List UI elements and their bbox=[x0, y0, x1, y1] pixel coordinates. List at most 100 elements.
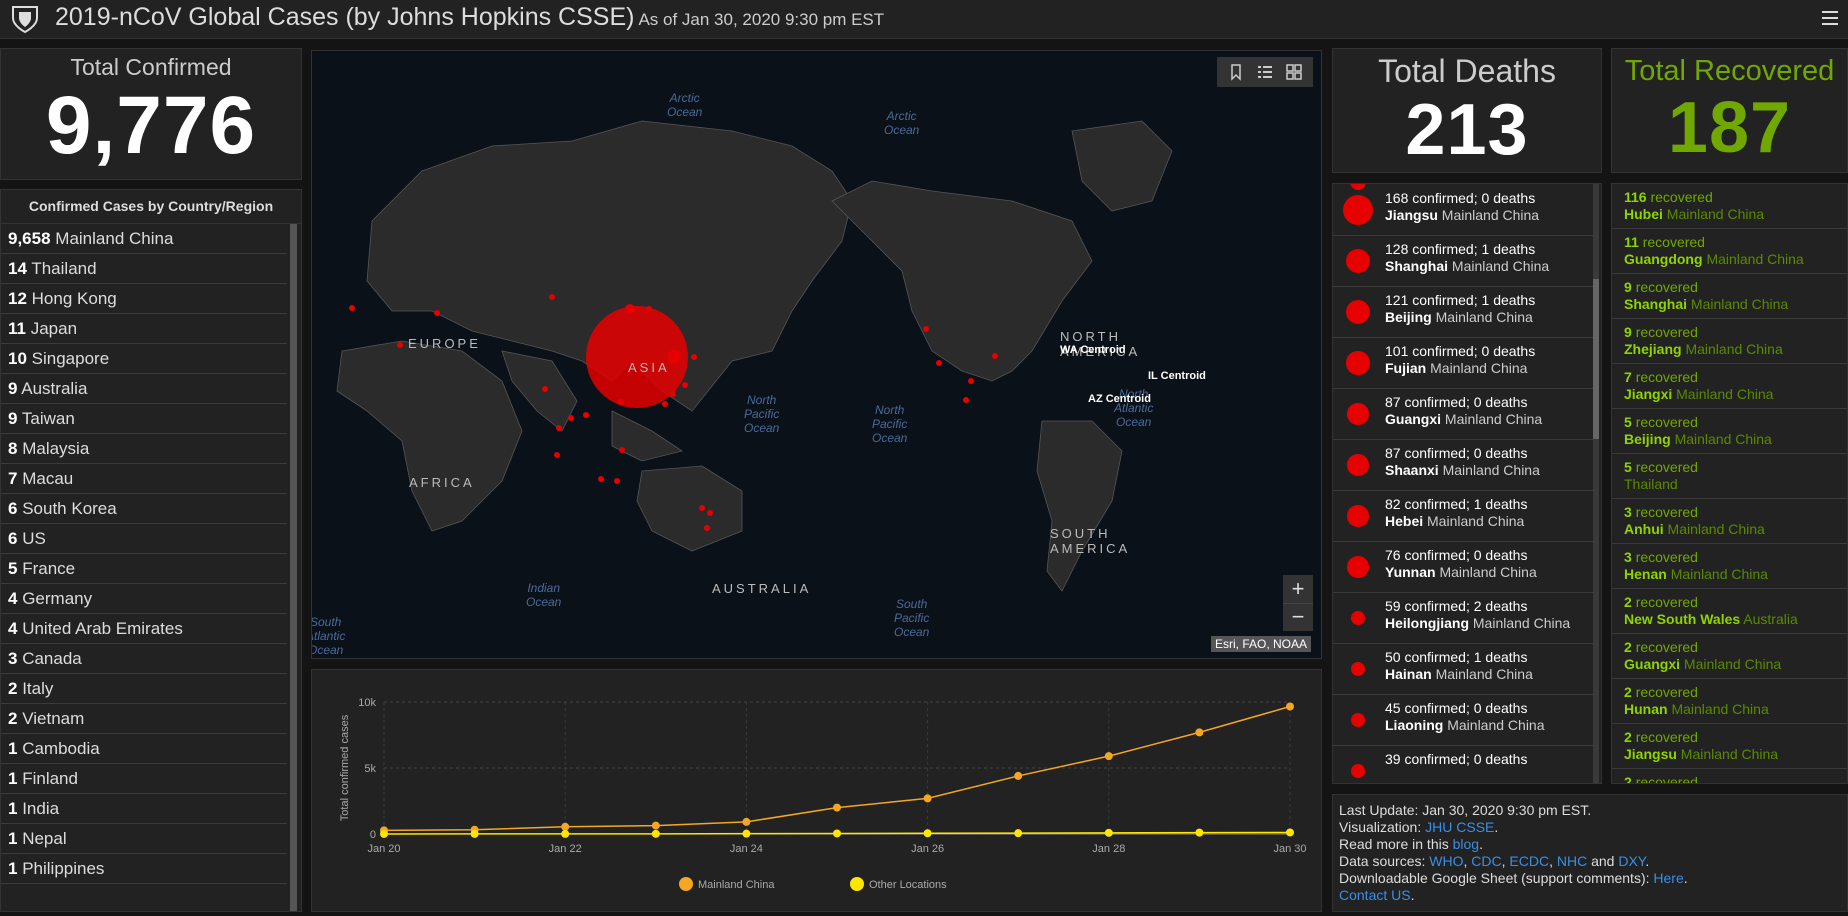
world-map[interactable]: Arctic Ocean Arctic Ocean North Pacific Ocean N… bbox=[311, 50, 1322, 659]
country-list-item[interactable]: 14 Thailand bbox=[1, 254, 287, 284]
data-point[interactable] bbox=[1195, 828, 1204, 837]
recovered-list-item[interactable]: 5 recovered Thailand bbox=[1612, 454, 1847, 499]
deaths-list-item[interactable]: 128 confirmed; 1 deaths Shanghai Mainland… bbox=[1333, 236, 1595, 287]
case-location-dot[interactable] bbox=[619, 447, 625, 453]
deaths-list-scroll-thumb[interactable] bbox=[1593, 279, 1599, 439]
deaths-list-item[interactable]: 82 confirmed; 1 deaths Hebei Mainland Chi… bbox=[1333, 491, 1595, 542]
data-point[interactable] bbox=[651, 821, 660, 830]
recovered-list-item[interactable]: 2 recovered New South Wales Australia bbox=[1612, 589, 1847, 634]
recovered-list-item[interactable]: 2 recovered bbox=[1612, 769, 1847, 783]
case-location-dot[interactable] bbox=[963, 397, 969, 403]
recovered-list-item[interactable]: 2 recovered Guangxi Mainland China bbox=[1612, 634, 1847, 679]
recovered-list-item[interactable]: 116 recovered Hubei Mainland China bbox=[1612, 184, 1847, 229]
data-point[interactable] bbox=[833, 829, 841, 838]
case-location-dot[interactable] bbox=[598, 476, 604, 482]
country-list-item[interactable]: 9 Taiwan bbox=[1, 404, 287, 434]
case-location-dot[interactable] bbox=[434, 310, 440, 316]
data-point[interactable] bbox=[561, 829, 570, 838]
case-location-dot[interactable] bbox=[583, 412, 589, 418]
country-list-item[interactable]: 8 Malaysia bbox=[1, 434, 287, 464]
deaths-list-item[interactable]: 45 confirmed; 0 deaths Liaoning Mainland … bbox=[1333, 695, 1595, 746]
case-location-dot[interactable] bbox=[542, 386, 548, 392]
deaths-list-item[interactable]: 76 confirmed; 0 deaths Yunnan Mainland Ch… bbox=[1333, 542, 1595, 593]
blog-link[interactable]: blog bbox=[1453, 836, 1479, 852]
data-point[interactable] bbox=[742, 829, 751, 838]
deaths-list-item[interactable]: 59 confirmed; 2 deaths Heilongjiang Mainl… bbox=[1333, 593, 1595, 644]
legend-marker[interactable] bbox=[850, 877, 864, 891]
country-list-item[interactable]: 11 Japan bbox=[1, 314, 287, 344]
data-point[interactable] bbox=[923, 794, 932, 803]
zoom-in-button[interactable]: + bbox=[1283, 575, 1313, 604]
case-location-dot[interactable] bbox=[704, 525, 710, 531]
country-list-item[interactable]: 9 Australia bbox=[1, 374, 287, 404]
data-point[interactable] bbox=[923, 829, 932, 838]
case-location-dot[interactable] bbox=[992, 353, 998, 359]
data-point[interactable] bbox=[1104, 752, 1113, 761]
case-location-dot[interactable] bbox=[923, 326, 929, 332]
country-list-item[interactable]: 4 United Arab Emirates bbox=[1, 614, 287, 644]
country-list-item[interactable]: 2 Italy bbox=[1, 674, 287, 704]
deaths-list-item[interactable]: 87 confirmed; 0 deaths Shaanxi Mainland C… bbox=[1333, 440, 1595, 491]
country-list-item[interactable]: 7 Macau bbox=[1, 464, 287, 494]
source-link-nhc[interactable]: NHC bbox=[1557, 853, 1587, 869]
country-list-scroll-thumb[interactable] bbox=[290, 224, 297, 911]
google-sheet-link[interactable]: Here bbox=[1653, 870, 1683, 886]
source-link-who[interactable]: WHO bbox=[1429, 853, 1463, 869]
data-point[interactable] bbox=[651, 829, 660, 838]
jhu-csse-link[interactable]: JHU CSSE bbox=[1425, 819, 1494, 835]
recovered-list-item[interactable]: 7 recovered Jiangxi Mainland China bbox=[1612, 364, 1847, 409]
deaths-list-scrollbar[interactable] bbox=[1593, 184, 1599, 783]
recovered-list-item[interactable]: 5 recovered Beijing Mainland China bbox=[1612, 409, 1847, 454]
hamburger-menu-icon[interactable] bbox=[1818, 6, 1842, 30]
recovered-list-item[interactable]: 11 recovered Guangdong Mainland China bbox=[1612, 229, 1847, 274]
data-point[interactable] bbox=[1286, 828, 1294, 837]
country-list-item[interactable]: 1 Philippines bbox=[1, 854, 287, 884]
legend-list-icon[interactable] bbox=[1254, 61, 1276, 83]
country-list-item[interactable]: 10 Singapore bbox=[1, 344, 287, 374]
country-list-item[interactable]: 6 South Korea bbox=[1, 494, 287, 524]
map-canvas[interactable] bbox=[312, 51, 1322, 659]
case-location-dot[interactable] bbox=[667, 350, 681, 364]
data-point[interactable] bbox=[1195, 728, 1204, 737]
source-link-ecdc[interactable]: ECDC bbox=[1509, 853, 1549, 869]
case-location-dot[interactable] bbox=[662, 401, 668, 407]
recovered-list-item[interactable]: 9 recovered Shanghai Mainland China bbox=[1612, 274, 1847, 319]
deaths-list-item[interactable]: 39 confirmed; 0 deaths bbox=[1333, 746, 1595, 783]
country-list-item[interactable]: 6 US bbox=[1, 524, 287, 554]
recovered-list-item[interactable]: 3 recovered Anhui Mainland China bbox=[1612, 499, 1847, 544]
recovered-list-item[interactable]: 3 recovered Henan Mainland China bbox=[1612, 544, 1847, 589]
data-point[interactable] bbox=[1104, 828, 1113, 837]
deaths-list-item[interactable]: 168 confirmed; 0 deaths Jiangsu Mainland … bbox=[1333, 185, 1595, 236]
data-point[interactable] bbox=[1014, 771, 1023, 780]
source-link-cdc[interactable]: CDC bbox=[1471, 853, 1501, 869]
contact-us-link[interactable]: Contact US bbox=[1339, 887, 1411, 903]
country-list-item[interactable]: 4 Germany bbox=[1, 584, 287, 614]
data-point[interactable] bbox=[470, 829, 479, 838]
country-list-item[interactable]: 12 Hong Kong bbox=[1, 284, 287, 314]
legend-marker[interactable] bbox=[679, 877, 693, 891]
case-location-dot[interactable] bbox=[556, 425, 562, 431]
recovered-list-item[interactable]: 2 recovered Hunan Mainland China bbox=[1612, 679, 1847, 724]
case-location-dot[interactable] bbox=[699, 505, 705, 511]
country-list-item[interactable]: 1 Nepal bbox=[1, 824, 287, 854]
data-point[interactable] bbox=[1014, 829, 1023, 838]
country-list-item[interactable]: 5 France bbox=[1, 554, 287, 584]
deaths-list-item[interactable]: 87 confirmed; 0 deaths Guangxi Mainland C… bbox=[1333, 389, 1595, 440]
deaths-list-item[interactable]: 121 confirmed; 1 deaths Beijing Mainland … bbox=[1333, 287, 1595, 338]
case-location-dot[interactable] bbox=[568, 415, 574, 421]
data-point[interactable] bbox=[380, 829, 388, 838]
case-location-dot[interactable] bbox=[968, 378, 974, 384]
deaths-list-item[interactable]: 101 confirmed; 0 deaths Fujian Mainland C… bbox=[1333, 338, 1595, 389]
country-list-item[interactable]: 3 Canada bbox=[1, 644, 287, 674]
case-location-dot[interactable] bbox=[554, 452, 560, 458]
bookmark-icon[interactable] bbox=[1225, 61, 1247, 83]
source-link-dxy[interactable]: DXY bbox=[1618, 853, 1645, 869]
legend-label[interactable]: Other Locations bbox=[869, 879, 947, 891]
case-location-dot[interactable] bbox=[936, 360, 942, 366]
case-location-dot[interactable] bbox=[549, 294, 555, 300]
data-point[interactable] bbox=[833, 803, 841, 812]
deaths-list-item[interactable]: 50 confirmed; 1 deaths Hainan Mainland Ch… bbox=[1333, 644, 1595, 695]
case-location-dot[interactable] bbox=[691, 354, 697, 360]
case-location-dot[interactable] bbox=[682, 382, 688, 388]
zoom-out-button[interactable]: − bbox=[1283, 603, 1313, 631]
